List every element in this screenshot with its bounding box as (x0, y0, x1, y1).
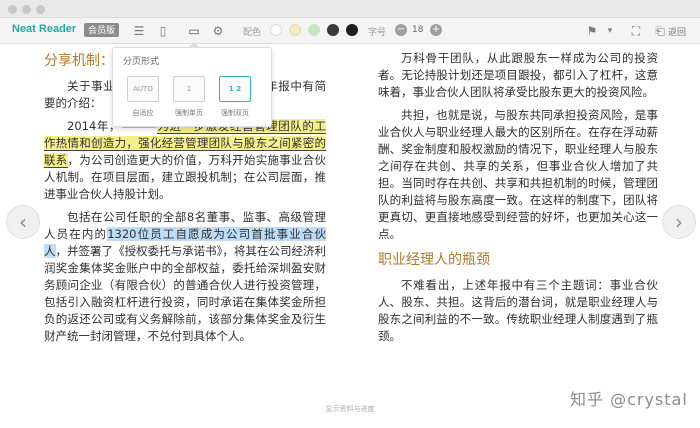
swatch-green[interactable] (308, 24, 320, 36)
color-scheme-label: 配色 (243, 28, 262, 38)
window-close-dot[interactable] (8, 5, 17, 14)
left-p2-tail: ，为公司创造更大的价值，万科开始实施事业合伙人机制。在项目层面，建立跟投机制；在… (44, 153, 327, 201)
section-heading-bottleneck: 职业经理人的瓶颈 (378, 252, 490, 268)
bookmark-dropdown-icon[interactable]: ▾ (602, 23, 618, 39)
right-page: 万科骨干团队，从此跟股东一样成为公司的投资者。无论持股计划还是项目跟投，都引入了… (378, 50, 658, 351)
fullscreen-icon[interactable]: ⛶ (628, 23, 644, 39)
swatch-black[interactable] (346, 24, 358, 36)
watermark: 知乎 @crystal (570, 390, 688, 409)
right-paragraph-3: 不难看出，上述年报中有三个主题词：事业合伙人、股东、共担。这背后的潜台词，就是职… (378, 278, 658, 343)
layout-icon[interactable]: ▭ (186, 23, 202, 39)
mode-auto-label: 自适应 (132, 109, 154, 117)
mode-double-label: 强制双页 (221, 109, 249, 117)
right-paragraph-1: 万科骨干团队，从此跟股东一样成为公司的投资者。无论持股计划还是项目跟投，都引入了… (378, 51, 658, 99)
swatch-cream[interactable] (289, 24, 301, 36)
prev-page-arrow[interactable]: ‹ (6, 205, 40, 239)
left-p3-tail: ，并签署了《授权委托与承诺书》，将其在公司经济利润奖金集体奖金账户中的全部权益，… (44, 244, 327, 343)
mode-single-button[interactable]: 1 (173, 76, 205, 102)
next-page-arrow[interactable]: › (662, 205, 696, 239)
right-paragraph-2: 共担，也就是说，与股东共同承担投资风险，是事业合伙人与职业经理人最大的区别所在。… (378, 108, 658, 241)
pagination-popup: 分页形式 AUTO 1 1 2 自适应 强制单页 强制双页 (112, 42, 272, 127)
swatch-white[interactable] (270, 24, 282, 36)
reader-toolbar: Neat Reader 会员版 ☰ ▯ ▭ ⚙ 配色 字号 − 18 + ⚑ ▾… (0, 18, 700, 44)
window-titlebar (0, 0, 700, 18)
fontsize-label: 字号 (368, 28, 387, 38)
app-name: Neat Reader (12, 23, 77, 35)
window-minimize-dot[interactable] (22, 5, 31, 14)
mode-auto-button[interactable]: AUTO (127, 76, 159, 102)
font-decrease-button[interactable]: − (395, 24, 407, 36)
list-icon[interactable]: ☰ (131, 23, 147, 39)
left-paragraph-3: 包括在公司任职的全部8名董事、监事、高级管理人员在内的1320位员工自愿成为公司… (44, 209, 327, 345)
bookmark-icon[interactable]: ⚑ (584, 23, 600, 39)
swatch-dark-gray[interactable] (327, 24, 339, 36)
mode-single-label: 强制单页 (175, 109, 203, 117)
gear-icon[interactable]: ⚙ (210, 23, 226, 39)
edition-badge: 会员版 (84, 23, 120, 37)
back-button[interactable]: 返回 (668, 25, 686, 38)
fontsize-value: 18 (412, 25, 424, 35)
book-icon[interactable]: ▯ (155, 23, 171, 39)
popup-title: 分页形式 (123, 57, 160, 67)
back-icon[interactable]: ⎗ (652, 23, 668, 39)
font-increase-button[interactable]: + (430, 24, 442, 36)
mode-double-button[interactable]: 1 2 (219, 76, 251, 102)
left-paragraph-2: 2014年，66为进一步激发经营管理团队的工作热情和创造力，强化经营管理团队与股… (44, 118, 326, 203)
window-zoom-dot[interactable] (36, 5, 45, 14)
